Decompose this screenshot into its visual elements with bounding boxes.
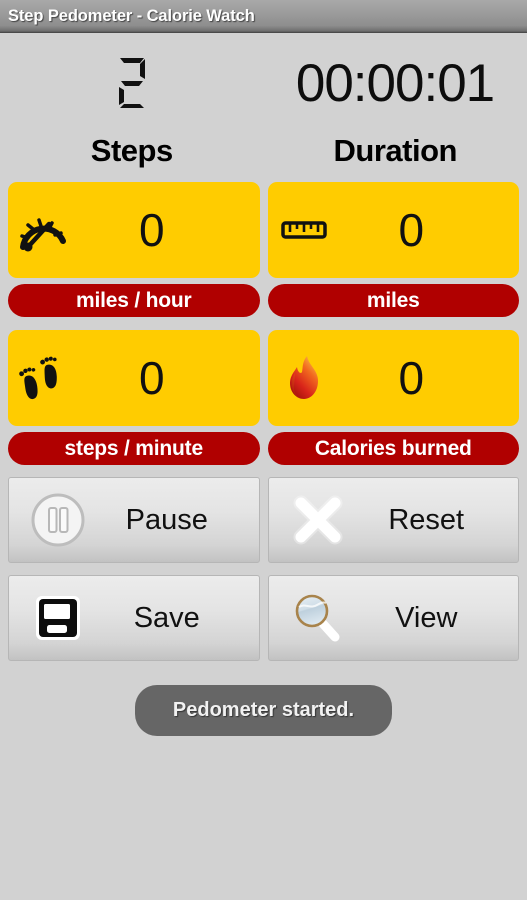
footprints-icon <box>8 352 80 404</box>
header-steps: Steps <box>90 133 173 168</box>
speedometer-icon <box>8 207 80 253</box>
reset-button-label: Reset <box>388 503 465 536</box>
stat-value-speed: 0 <box>138 204 165 256</box>
seven-segment-digit-icon <box>118 58 145 108</box>
readout-row: 00:00:01 <box>0 47 527 119</box>
pill-row-1: miles / hour miles <box>0 284 527 317</box>
stat-value-distance: 0 <box>398 204 425 256</box>
timer-value: 00:00:01 <box>295 53 495 113</box>
stat-row-2: 0 0 <box>0 330 527 426</box>
status-toast: Pedometer started. <box>134 685 393 736</box>
title-bar: Step Pedometer - Calorie Watch <box>0 0 527 33</box>
flame-icon <box>268 353 340 403</box>
view-button[interactable]: View <box>267 575 519 661</box>
button-row-2: Save View <box>0 575 527 661</box>
stat-panel-distance: 0 <box>267 182 519 278</box>
unit-label-speed: miles / hour <box>8 284 260 317</box>
stat-panel-cadence: 0 <box>8 330 260 426</box>
pause-button-label: Pause <box>125 503 208 536</box>
button-row-1: Pause Reset <box>0 477 527 563</box>
app-title: Step Pedometer - Calorie Watch <box>8 6 255 25</box>
column-header-row: Steps Duration <box>0 133 527 169</box>
view-button-label: View <box>395 601 458 634</box>
unit-label-cadence: steps / minute <box>8 432 260 465</box>
magnifier-icon <box>281 589 355 647</box>
unit-label-calories: Calories burned <box>267 432 519 465</box>
unit-label-distance: miles <box>267 284 519 317</box>
stat-row-1: 0 0 <box>0 182 527 278</box>
toast-container: Pedometer started. <box>0 685 527 736</box>
duration-display: 00:00:01 <box>263 57 527 110</box>
pill-row-2: steps / minute Calories burned <box>0 432 527 465</box>
ruler-icon <box>268 218 340 242</box>
stat-value-calories: 0 <box>398 352 425 404</box>
stat-value-cadence: 0 <box>138 352 165 404</box>
reset-button[interactable]: Reset <box>267 477 519 563</box>
pause-circle-icon <box>21 491 95 549</box>
stat-panel-speed: 0 <box>8 182 260 278</box>
step-count-display <box>0 56 263 110</box>
save-button-label: Save <box>133 601 200 634</box>
save-button[interactable]: Save <box>8 575 260 661</box>
floppy-disk-icon <box>21 589 95 647</box>
stat-panel-calories: 0 <box>267 330 519 426</box>
header-duration: Duration <box>333 133 458 168</box>
close-x-icon <box>281 491 355 549</box>
pause-button[interactable]: Pause <box>8 477 260 563</box>
